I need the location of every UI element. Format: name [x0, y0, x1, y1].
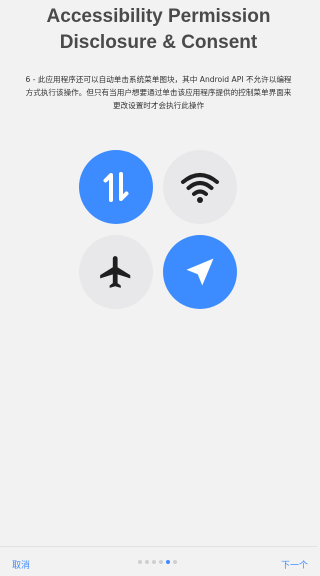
location-tile	[163, 235, 237, 309]
page-title: Accessibility Permission Disclosure & Co…	[46, 6, 271, 53]
page-dot	[173, 560, 177, 564]
page-indicator	[138, 560, 177, 564]
cancel-button[interactable]: 取消	[12, 558, 30, 571]
page-dot	[145, 560, 149, 564]
page-dot	[152, 560, 156, 564]
wifi-icon	[181, 173, 219, 203]
page-dot	[166, 560, 170, 564]
bottom-bar: 取消 下一个	[0, 546, 317, 576]
mobile-data-icon	[103, 172, 129, 202]
mobile-data-tile	[79, 150, 153, 224]
next-button[interactable]: 下一个	[281, 558, 308, 571]
page-dot	[138, 560, 142, 564]
disclosure-text: 6 - 此应用程序还可以自动单击系统菜单图块，其中 Android API 不允…	[25, 75, 292, 110]
wifi-tile	[163, 150, 237, 224]
airplane-mode-icon	[100, 256, 131, 288]
airplane-mode-tile	[79, 235, 153, 309]
page-dot	[159, 560, 163, 564]
location-icon	[186, 258, 214, 286]
consent-screen: Accessibility Permission Disclosure & Co…	[0, 0, 317, 576]
